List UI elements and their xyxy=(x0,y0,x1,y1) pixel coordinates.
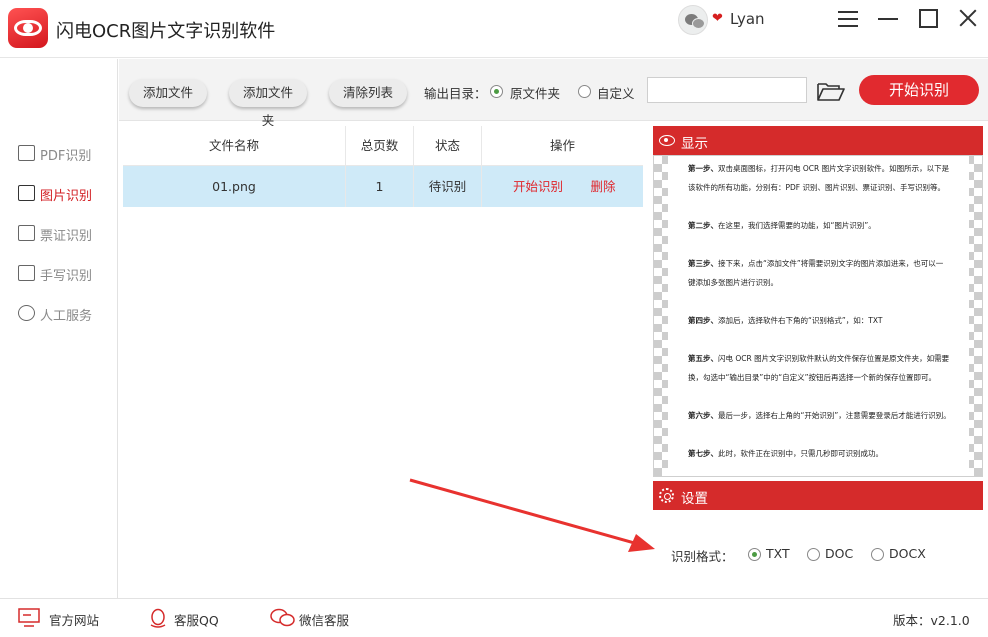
file-table: 文件名称 总页数 状态 操作 01.png 1 待识别 开始识别 删除 xyxy=(123,126,643,207)
eye-icon xyxy=(659,135,675,146)
toolbar: 添加文件 添加文件夹 清除列表 输出目录： 原文件夹 自定义 开始识别 xyxy=(119,59,988,128)
column-header-pages: 总页数 xyxy=(346,126,414,166)
sidebar-item-label: 人工服务 xyxy=(40,309,93,324)
footer: 官方网站 客服QQ 微信客服 版本：v2.1.0 xyxy=(0,598,988,637)
app-window: 闪电OCR图片文字识别软件 ❤ Lyan PDF识别 图片识别 票证识别 手写识… xyxy=(0,0,988,637)
sidebar-item-handwriting[interactable]: 手写识别 xyxy=(18,263,118,285)
version-text: 版本：v2.1.0 xyxy=(893,613,970,628)
output-path-input[interactable] xyxy=(647,77,807,103)
settings-panel-header: 设置 xyxy=(653,481,983,510)
add-folder-button[interactable]: 添加文件夹 xyxy=(229,79,307,128)
username[interactable]: Lyan xyxy=(730,10,765,28)
handwriting-icon xyxy=(18,265,35,281)
start-recognition-button[interactable]: 开始识别 xyxy=(859,75,979,105)
format-docx-radio[interactable] xyxy=(871,548,884,561)
app-logo xyxy=(8,8,48,48)
preview-title: 显示 xyxy=(681,136,708,152)
id-card-icon xyxy=(18,225,35,241)
vip-heart-icon: ❤ xyxy=(712,11,723,26)
row-delete-link[interactable]: 删除 xyxy=(585,166,621,207)
wechat-icon xyxy=(270,608,295,627)
clear-list-button[interactable]: 清除列表 xyxy=(329,79,407,107)
format-docx-label[interactable]: DOCX xyxy=(889,546,926,561)
sidebar-item-image[interactable]: 图片识别 xyxy=(18,183,118,205)
wechat-service-link[interactable]: 微信客服 xyxy=(299,610,349,629)
output-original-radio[interactable] xyxy=(490,85,503,98)
sidebar-item-label: 图片识别 xyxy=(40,189,93,204)
doc-line: 键添加多张图片进行识别。 xyxy=(688,278,778,287)
column-header-actions: 操作 xyxy=(549,138,575,153)
sidebar-item-manual-service[interactable]: 人工服务 xyxy=(18,303,118,325)
doc-line: 第三步、接下来，点击“添加文件”将需要识别文字的图片添加进来，也可以一 xyxy=(688,259,944,268)
title-bar: 闪电OCR图片文字识别软件 ❤ Lyan xyxy=(0,0,988,58)
doc-line: 换，勾选中“输出目录”中的“自定义”按钮后再选择一个新的保存位置即可。 xyxy=(688,373,937,382)
format-doc-label[interactable]: DOC xyxy=(825,546,853,561)
status-cell: 待识别 xyxy=(414,166,482,207)
document-preview: 第一步、双击桌面图标，打开闪电 OCR 图片文字识别软件。如图所示，以下是 该软… xyxy=(668,156,969,476)
page-count-cell: 1 xyxy=(346,166,414,207)
sidebar-item-ticket[interactable]: 票证识别 xyxy=(18,223,118,245)
sidebar-item-label: 票证识别 xyxy=(40,229,93,244)
doc-line: 第一步、双击桌面图标，打开闪电 OCR 图片文字识别软件。如图所示，以下是 xyxy=(688,164,950,173)
doc-line: 第四步、添加后，选择软件右下角的“识别格式”，如：TXT xyxy=(688,316,883,325)
menu-button[interactable] xyxy=(837,8,859,30)
customer-qq-link[interactable]: 客服QQ xyxy=(174,610,219,629)
table-header: 文件名称 总页数 状态 操作 xyxy=(123,126,643,166)
smile-icon xyxy=(18,305,35,321)
sidebar-item-pdf[interactable]: PDF识别 xyxy=(18,143,118,165)
settings-title: 设置 xyxy=(681,491,708,507)
qq-icon xyxy=(150,608,166,628)
maximize-button[interactable] xyxy=(918,8,940,30)
output-custom-radio[interactable] xyxy=(578,85,591,98)
format-label: 识别格式： xyxy=(671,549,734,564)
doc-line: 第五步、闪电 OCR 图片文字识别软件默认的文件保存位置是原文件夹，如需要 xyxy=(688,354,950,363)
output-dir-label: 输出目录： xyxy=(424,86,487,101)
doc-line: 第六步、最后一步，选择右上角的“开始识别”，注意需要登录后才能进行识别。 xyxy=(688,411,951,420)
doc-line: 第七步、此时，软件正在识别中，只需几秒即可识别成功。 xyxy=(688,449,883,458)
table-row[interactable]: 01.png 1 待识别 开始识别 删除 xyxy=(123,166,643,207)
official-website-link[interactable]: 官方网站 xyxy=(49,610,99,629)
preview-area: 第一步、双击桌面图标，打开闪电 OCR 图片文字识别软件。如图所示，以下是 该软… xyxy=(653,155,983,477)
annotation-arrow xyxy=(409,478,655,552)
add-file-button[interactable]: 添加文件 xyxy=(129,79,207,107)
preview-panel-header: 显示 xyxy=(653,126,983,155)
row-start-link[interactable]: 开始识别 xyxy=(503,166,573,207)
image-icon xyxy=(18,185,35,201)
sidebar-item-label: PDF识别 xyxy=(40,149,92,164)
pdf-icon xyxy=(18,145,35,161)
format-txt-label[interactable]: TXT xyxy=(766,546,790,561)
format-doc-radio[interactable] xyxy=(807,548,820,561)
sidebar-item-label: 手写识别 xyxy=(40,269,93,284)
doc-line: 第二步、在这里，我们选择需要的功能，如“图片识别”。 xyxy=(688,221,876,230)
user-avatar[interactable] xyxy=(678,5,708,35)
column-header-status: 状态 xyxy=(414,126,482,166)
close-button[interactable] xyxy=(957,8,979,30)
file-name-cell: 01.png xyxy=(123,166,346,207)
column-header-name: 文件名称 xyxy=(123,126,346,166)
sidebar: PDF识别 图片识别 票证识别 手写识别 人工服务 xyxy=(0,59,118,598)
app-title: 闪电OCR图片文字识别软件 xyxy=(56,21,276,42)
output-original-label[interactable]: 原文件夹 xyxy=(510,83,560,102)
output-custom-label[interactable]: 自定义 xyxy=(597,83,635,102)
folder-open-icon[interactable] xyxy=(817,81,845,101)
doc-line: 该软件的所有功能，分别有：PDF 识别、图片识别、票证识别、手写识别等。 xyxy=(688,183,945,192)
format-txt-radio[interactable] xyxy=(748,548,761,561)
minimize-button[interactable] xyxy=(877,8,899,30)
monitor-icon xyxy=(18,608,40,627)
